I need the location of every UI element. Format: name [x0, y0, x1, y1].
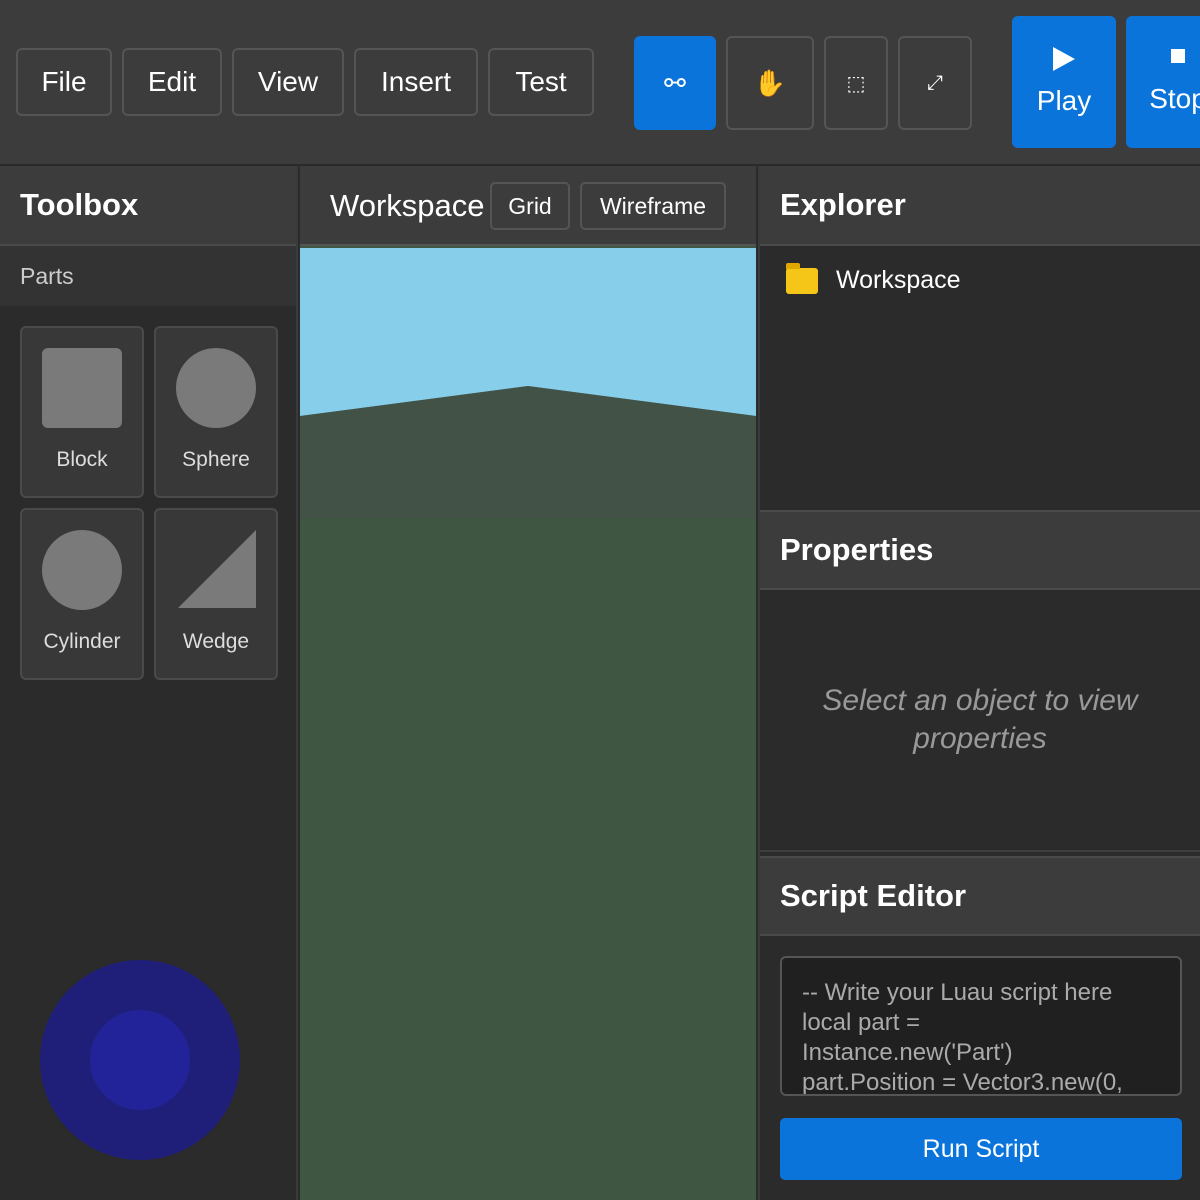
- select-box-icon: ⬚: [846, 72, 866, 95]
- toolbox-title: Toolbox: [0, 166, 296, 246]
- workspace-header: Workspace Grid Wireframe: [300, 166, 756, 246]
- play-label: Play: [1036, 85, 1092, 116]
- scale-tool-button[interactable]: ⤢: [898, 36, 972, 130]
- part-block[interactable]: Block: [20, 326, 144, 498]
- joystick-thumb[interactable]: [90, 1010, 190, 1110]
- stop-button[interactable]: Stop: [1126, 16, 1200, 148]
- stop-label: Stop: [1149, 83, 1200, 114]
- play-icon: [1053, 47, 1075, 71]
- explorer-tree: Workspace: [760, 246, 1200, 510]
- scale-arrows-icon: ⤢: [927, 71, 943, 94]
- hand-icon: ✋: [753, 67, 787, 98]
- explorer-title: Explorer: [760, 166, 1200, 246]
- part-cylinder[interactable]: Cylinder: [20, 508, 144, 680]
- block-icon: [42, 348, 122, 428]
- part-sphere[interactable]: Sphere: [154, 326, 278, 498]
- script-editor-input[interactable]: -- Write your Luau script here local par…: [780, 956, 1182, 1096]
- part-label: Sphere: [182, 448, 250, 471]
- parts-section-label: Parts: [0, 246, 296, 306]
- link-icon: ⚯: [664, 67, 686, 98]
- part-label: Block: [56, 448, 108, 471]
- explorer-item-workspace[interactable]: Workspace: [786, 262, 961, 295]
- menu-insert[interactable]: Insert: [354, 48, 478, 116]
- script-code: -- Write your Luau script here local par…: [802, 979, 1123, 1096]
- run-script-button[interactable]: Run Script: [780, 1118, 1182, 1180]
- right-panels: Explorer Workspace Properties Select an …: [758, 166, 1200, 1200]
- wedge-icon: [176, 530, 256, 610]
- 3d-viewport[interactable]: [300, 248, 756, 1200]
- stop-icon: [1171, 49, 1185, 63]
- link-tool-button[interactable]: ⚯: [634, 36, 716, 130]
- select-tool-button[interactable]: ⬚: [824, 36, 888, 130]
- properties-empty-message: Select an object to view properties: [760, 590, 1200, 852]
- explorer-item-label: Workspace: [836, 266, 961, 294]
- part-label: Wedge: [182, 630, 250, 653]
- viewport-scene: [300, 248, 756, 1200]
- top-toolbar: File Edit View Insert Test ⚯ ✋ ⬚ ⤢ Play …: [0, 0, 1200, 166]
- workspace-panel: Workspace Grid Wireframe: [300, 166, 756, 1200]
- menu-file[interactable]: File: [16, 48, 112, 116]
- workspace-title: Workspace: [330, 188, 485, 223]
- sphere-icon: [176, 348, 256, 428]
- properties-title: Properties: [760, 510, 1200, 590]
- virtual-joystick[interactable]: [40, 960, 240, 1160]
- grid-toggle-button[interactable]: Grid: [490, 182, 570, 230]
- part-label: Cylinder: [43, 630, 121, 653]
- hand-tool-button[interactable]: ✋: [726, 36, 814, 130]
- wireframe-toggle-button[interactable]: Wireframe: [580, 182, 726, 230]
- part-wedge[interactable]: Wedge: [154, 508, 278, 680]
- toolbox-panel: Toolbox Parts Block Sphere Cylinder Wedg…: [0, 166, 298, 1200]
- menu-view[interactable]: View: [232, 48, 344, 116]
- folder-icon: [786, 262, 818, 294]
- script-editor-title: Script Editor: [760, 856, 1200, 936]
- cylinder-icon: [42, 530, 122, 610]
- menu-edit[interactable]: Edit: [122, 48, 222, 116]
- play-button[interactable]: Play: [1012, 16, 1116, 148]
- menu-test[interactable]: Test: [488, 48, 594, 116]
